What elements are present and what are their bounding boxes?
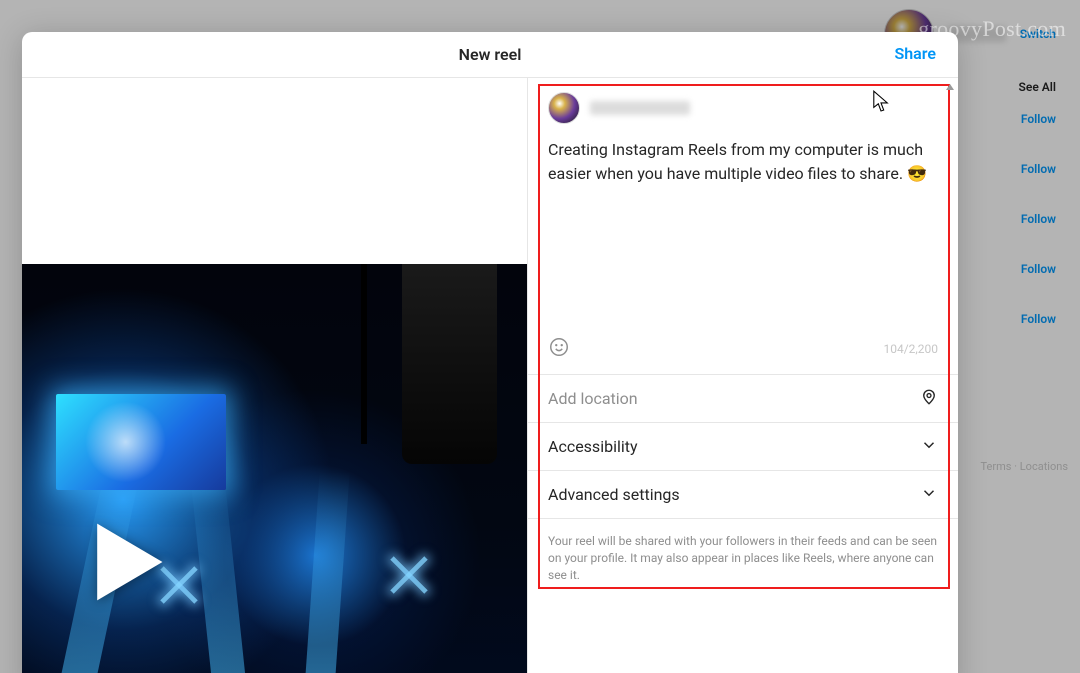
advanced-settings-row[interactable]: Advanced settings (528, 470, 958, 518)
author-row (528, 78, 958, 132)
author-avatar (548, 92, 580, 124)
author-username-redacted (590, 101, 690, 115)
scroll-up-icon[interactable] (944, 78, 956, 90)
scrollbar[interactable] (944, 78, 956, 673)
chevron-down-icon (920, 436, 938, 458)
caption-text: Creating Instagram Reels from my compute… (548, 140, 927, 183)
accessibility-label: Accessibility (548, 437, 638, 456)
chevron-down-icon (920, 484, 938, 506)
modal-title: New reel (459, 45, 522, 64)
location-pin-icon (920, 388, 938, 410)
add-location-row[interactable]: Add location (528, 374, 958, 422)
share-button[interactable]: Share (894, 44, 936, 63)
character-counter: 104/2,200 (883, 342, 938, 356)
share-disclaimer: Your reel will be shared with your follo… (528, 518, 958, 603)
caption-textarea[interactable]: Creating Instagram Reels from my compute… (528, 132, 958, 332)
new-reel-modal: New reel Share (22, 32, 958, 673)
video-preview[interactable] (22, 78, 527, 673)
compose-panel: Creating Instagram Reels from my compute… (527, 78, 958, 673)
modal-header: New reel Share (22, 32, 958, 78)
accessibility-row[interactable]: Accessibility (528, 422, 958, 470)
add-location-label: Add location (548, 389, 638, 408)
advanced-settings-label: Advanced settings (548, 485, 680, 504)
emoji-picker-icon[interactable] (548, 336, 570, 362)
play-icon[interactable] (78, 514, 174, 610)
video-frame (22, 264, 527, 673)
